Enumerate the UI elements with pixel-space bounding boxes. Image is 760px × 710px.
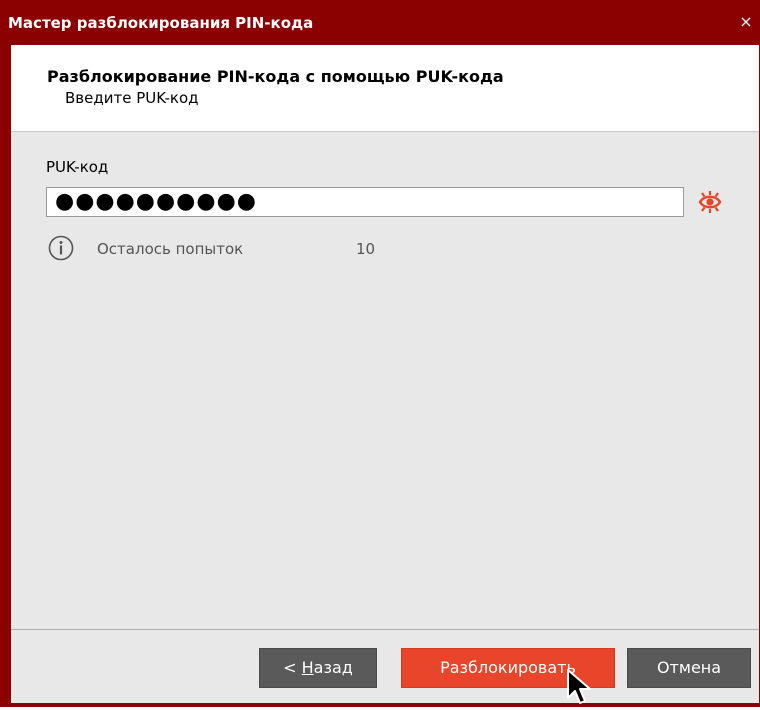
window-title: Мастер разблокирования PIN-кода: [8, 14, 314, 32]
button-bar: < Назад Разблокировать Отмена: [11, 630, 759, 703]
dialog-window: Мастер разблокирования PIN-кода × Разбло…: [0, 0, 760, 707]
title-bar[interactable]: Мастер разблокирования PIN-кода ×: [1, 1, 759, 45]
attempts-label: Осталось попыток: [97, 240, 244, 258]
wizard-header: Разблокирование PIN-кода с помощью PUK-к…: [11, 45, 759, 132]
eye-crossed-icon[interactable]: [697, 189, 723, 215]
back-button-mnemonic: Н: [301, 658, 314, 677]
page-title: Разблокирование PIN-кода с помощью PUK-к…: [47, 67, 504, 86]
puk-input[interactable]: ●●●●●●●●●●: [46, 187, 684, 217]
page-subtitle: Введите PUK-код: [65, 89, 199, 107]
unlock-button[interactable]: Разблокировать: [401, 648, 615, 688]
puk-field-label: PUK-код: [46, 158, 109, 176]
attempts-value: 10: [356, 240, 376, 258]
info-icon: [48, 235, 74, 261]
back-button-rest: азад: [313, 658, 353, 677]
cancel-button[interactable]: Отмена: [627, 648, 751, 688]
close-button[interactable]: ×: [737, 13, 755, 31]
back-button[interactable]: < Назад: [259, 648, 377, 688]
wizard-content: PUK-код ●●●●●●●●●● Осталось попыток 10: [11, 132, 759, 630]
back-button-prefix: <: [283, 658, 302, 677]
